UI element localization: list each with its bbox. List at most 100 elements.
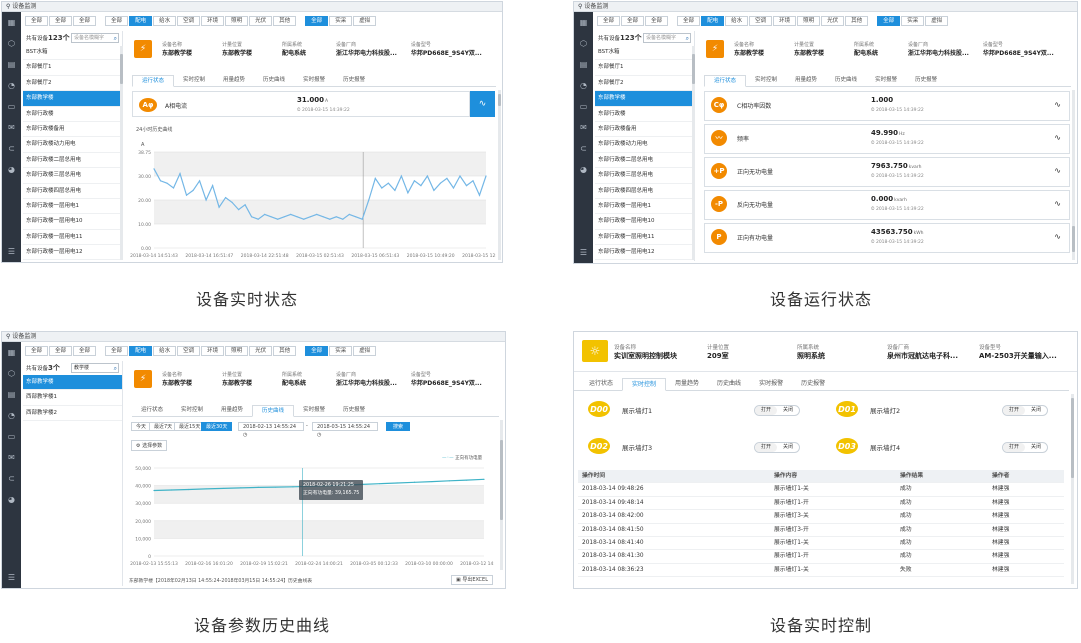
- tab-realtime-control[interactable]: 实时控制: [622, 378, 667, 391]
- list-item[interactable]: 东部行政楼备用: [595, 122, 694, 138]
- tab-realtime-alarm[interactable]: 实时报警: [866, 75, 906, 86]
- tab-realtime-control[interactable]: 实时控制: [172, 405, 212, 416]
- filter-chip[interactable]: 给水: [725, 16, 749, 26]
- tab-history-alarm[interactable]: 历史报警: [334, 75, 374, 86]
- start-date-input[interactable]: 2018-02-13 14:55:24 ◷: [238, 422, 304, 438]
- search-input[interactable]: 教学楼 ⌕: [71, 363, 119, 373]
- metric-card[interactable]: +P 正向无功电量 7963.750kvarh ⏲ 2018-03-15 14:…: [704, 157, 1070, 187]
- list-item[interactable]: 东部行政楼动力用电: [23, 137, 122, 153]
- list-item[interactable]: 东部行政楼一层用电11: [595, 230, 694, 246]
- list-item[interactable]: 东部行政楼一层用电12: [595, 245, 694, 261]
- filter-chip[interactable]: 配电: [701, 16, 725, 26]
- bell-icon[interactable]: ◔: [2, 405, 21, 426]
- filter-chip[interactable]: 环境: [201, 346, 225, 356]
- mail-icon[interactable]: ✉: [2, 117, 21, 138]
- file-icon[interactable]: ▭: [574, 96, 593, 117]
- tab-run-status[interactable]: 运行状态: [132, 75, 175, 87]
- tab-history-alarm[interactable]: 历史报警: [792, 378, 834, 390]
- list-item[interactable]: 东部行政楼: [595, 107, 694, 122]
- filter-chip[interactable]: 全部: [105, 16, 129, 26]
- filter-chip[interactable]: 实采: [329, 346, 353, 356]
- filter-chip[interactable]: 空调: [177, 16, 201, 26]
- tab-history-curve[interactable]: 历史曲线: [252, 405, 295, 417]
- document-icon[interactable]: ▤: [2, 54, 21, 75]
- lamp-switch[interactable]: 打开 关闭: [1002, 442, 1048, 453]
- list-item[interactable]: 东部行政楼备用: [23, 122, 122, 138]
- filter-chip[interactable]: 照明: [225, 16, 249, 26]
- list-item[interactable]: 东部行政楼一层用电10: [595, 214, 694, 230]
- tab-realtime-control[interactable]: 实时控制: [746, 75, 786, 86]
- search-icon[interactable]: ⌕: [686, 34, 689, 43]
- mail-icon[interactable]: ✉: [2, 447, 21, 468]
- tab-usage-trend[interactable]: 用量趋势: [212, 405, 252, 416]
- mail-icon[interactable]: ✉: [574, 117, 593, 138]
- settings-icon[interactable]: ☰: [2, 241, 21, 262]
- filter-chip[interactable]: 空调: [749, 16, 773, 26]
- link-icon[interactable]: ⊂: [574, 138, 593, 159]
- pie-icon[interactable]: ◕: [574, 159, 593, 180]
- filter-chip[interactable]: 照明: [797, 16, 821, 26]
- filter-chip[interactable]: 全部: [73, 346, 97, 356]
- metric-card[interactable]: P 正向有功电量 43563.750kWh ⏲ 2018-03-15 14:39…: [704, 223, 1070, 253]
- query-button[interactable]: 搜索: [386, 422, 411, 431]
- tab-history-curve[interactable]: 历史曲线: [254, 75, 294, 86]
- filter-chip[interactable]: 环境: [773, 16, 797, 26]
- tab-run-status[interactable]: 运行状态: [132, 405, 172, 416]
- filter-chip[interactable]: 全部: [105, 346, 129, 356]
- filter-chip[interactable]: 虚拟: [353, 16, 377, 26]
- filter-chip[interactable]: 全部: [677, 16, 701, 26]
- cube-icon[interactable]: ⬡: [574, 33, 593, 54]
- search-icon[interactable]: ⌕: [114, 34, 117, 43]
- export-excel-button[interactable]: ▣ 导出EXCEL: [451, 575, 493, 585]
- list-item[interactable]: 东部行政楼四层总用电: [23, 184, 122, 199]
- tab-run-status[interactable]: 运行状态: [704, 75, 747, 87]
- list-item[interactable]: 西部教学楼2: [23, 406, 122, 422]
- list-item[interactable]: 东部行政楼二层总用电: [23, 153, 122, 169]
- list-item[interactable]: 东部行政楼三层总用电: [23, 168, 122, 184]
- trend-icon[interactable]: ∿: [1054, 166, 1061, 175]
- filter-chip[interactable]: 其他: [273, 16, 297, 26]
- list-item[interactable]: 东部行政楼一层用电1: [23, 199, 122, 215]
- grid-icon[interactable]: ▦: [2, 342, 21, 363]
- list-item[interactable]: 东部餐厅1: [23, 60, 122, 76]
- range-7d-button[interactable]: 最近7天: [149, 422, 178, 431]
- tab-realtime-control[interactable]: 实时控制: [174, 75, 214, 86]
- list-item[interactable]: BST水箱: [595, 45, 694, 61]
- file-icon[interactable]: ▭: [2, 426, 21, 447]
- tab-realtime-alarm[interactable]: 实时报警: [294, 75, 334, 86]
- list-item[interactable]: 东部行政楼: [23, 107, 122, 122]
- list-item[interactable]: BST水箱: [23, 45, 122, 61]
- cube-icon[interactable]: ⬡: [2, 33, 21, 54]
- tab-history-curve[interactable]: 历史曲线: [826, 75, 866, 86]
- filter-chip[interactable]: 全部: [49, 346, 73, 356]
- filter-chip[interactable]: 其他: [845, 16, 869, 26]
- tab-history-curve[interactable]: 历史曲线: [708, 378, 750, 390]
- trend-button[interactable]: ∿: [470, 91, 495, 117]
- content-scrollbar[interactable]: [498, 90, 501, 260]
- filter-chip[interactable]: 实采: [901, 16, 925, 26]
- trend-icon[interactable]: ∿: [1054, 232, 1061, 241]
- tab-usage-trend[interactable]: 用量趋势: [786, 75, 826, 86]
- filter-chip[interactable]: 全部: [597, 16, 621, 26]
- list-item[interactable]: 东部行政楼二层总用电: [595, 153, 694, 169]
- pie-icon[interactable]: ◕: [2, 159, 21, 180]
- list-item[interactable]: 东部餐厅2: [23, 76, 122, 92]
- search-input[interactable]: 设备名模糊字 ⌕: [71, 33, 119, 43]
- trend-icon[interactable]: ∿: [1054, 100, 1061, 109]
- grid-icon[interactable]: ▦: [574, 12, 593, 33]
- filter-chip[interactable]: 虚拟: [925, 16, 949, 26]
- list-item[interactable]: 东部行政楼一层用电1: [595, 199, 694, 215]
- filter-chip[interactable]: 全部: [49, 16, 73, 26]
- content-scrollbar[interactable]: [1071, 394, 1074, 584]
- file-icon[interactable]: ▭: [2, 96, 21, 117]
- filter-chip[interactable]: 环境: [201, 16, 225, 26]
- range-30d-button[interactable]: 最近30天: [201, 422, 233, 431]
- metric-card[interactable]: Cφ C相功率因数 1.000 ⏲ 2018-03-15 14:39:22 ∿: [704, 91, 1070, 121]
- settings-icon[interactable]: ☰: [2, 567, 21, 588]
- document-icon[interactable]: ▤: [574, 54, 593, 75]
- tab-usage-trend[interactable]: 用量趋势: [214, 75, 254, 86]
- tab-usage-trend[interactable]: 用量趋势: [666, 378, 708, 390]
- filter-chip[interactable]: 全部: [25, 16, 49, 26]
- grid-icon[interactable]: ▦: [2, 12, 21, 33]
- filter-chip[interactable]: 全部: [25, 346, 49, 356]
